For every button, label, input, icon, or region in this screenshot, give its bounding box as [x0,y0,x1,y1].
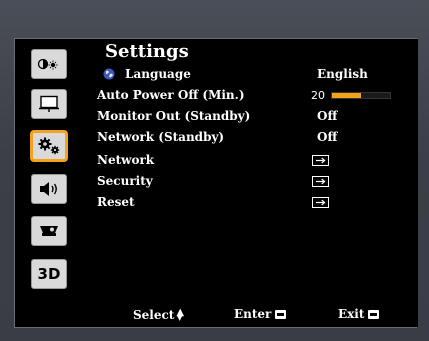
page-title: Settings [105,41,189,62]
enter-key-icon [275,309,287,319]
menu-row-label: Network (Standby) [97,130,225,144]
menu-row-label: Network [97,153,155,167]
menu-key-icon [368,309,380,319]
menu-row-label: Monitor Out (Standby) [97,109,251,123]
globe-icon [103,68,115,80]
enter-arrow-icon [312,176,329,187]
sidebar-item-image[interactable] [31,49,67,79]
speaker-icon [40,182,57,196]
sidebar-item-volume[interactable] [31,174,67,204]
menu-row-label: Reset [97,195,135,209]
footer-select-label: Select [133,307,175,322]
footer-enter-label: Enter [234,307,272,321]
projector-icon [40,226,58,236]
sidebar-item-settings[interactable] [31,131,67,161]
menu-row-label: Language [125,67,191,81]
footer-enter-hint: Enter [234,307,287,321]
menu-row-monitor-out[interactable]: Monitor Out (Standby) Off [95,109,418,127]
slider-value: 20 [311,89,325,102]
menu-row-network-standby[interactable]: Network (Standby) Off [95,130,418,148]
sidebar-item-display[interactable] [31,89,67,119]
footer-exit-hint: Exit [338,307,380,321]
slider-fill [332,93,361,98]
sidebar-item-options[interactable] [31,216,67,246]
auto-power-off-slider[interactable]: 20 [311,89,391,102]
network-standby-value: Off [317,130,338,144]
menu-sidebar: 3D [15,39,95,327]
menu-row-label: Auto Power Off (Min.) [97,88,245,102]
language-value: English [317,67,368,81]
projector-osd-screen: 3D Settings Language English Auto Power … [0,0,429,341]
slider-track [331,92,391,99]
enter-arrow-icon [312,197,329,208]
enter-arrow-icon [312,155,329,166]
osd-menu: 3D Settings Language English Auto Power … [14,38,418,328]
gears-icon [38,137,60,155]
menu-row-network[interactable]: Network [95,153,418,171]
menu-row-language[interactable]: Language English [95,67,418,85]
sidebar-item-3d[interactable]: 3D [31,259,67,289]
footer-exit-label: Exit [338,307,365,321]
menu-footer: Select ▲▼ Enter Exit [95,307,418,325]
menu-row-label: Security [97,174,153,188]
menu-row-auto-power-off[interactable]: Auto Power Off (Min.) 20 [95,88,418,106]
footer-select-hint: Select ▲▼ [133,307,185,322]
settings-panel: Settings Language English Auto Power Off… [95,39,418,327]
menu-row-reset[interactable]: Reset [95,195,418,213]
3d-icon: 3D [37,265,61,283]
updown-arrows-icon: ▲▼ [176,307,185,322]
menu-row-security[interactable]: Security [95,174,418,192]
brightness-icon [37,58,58,70]
screen-icon [39,95,59,112]
monitor-out-value: Off [317,109,338,123]
